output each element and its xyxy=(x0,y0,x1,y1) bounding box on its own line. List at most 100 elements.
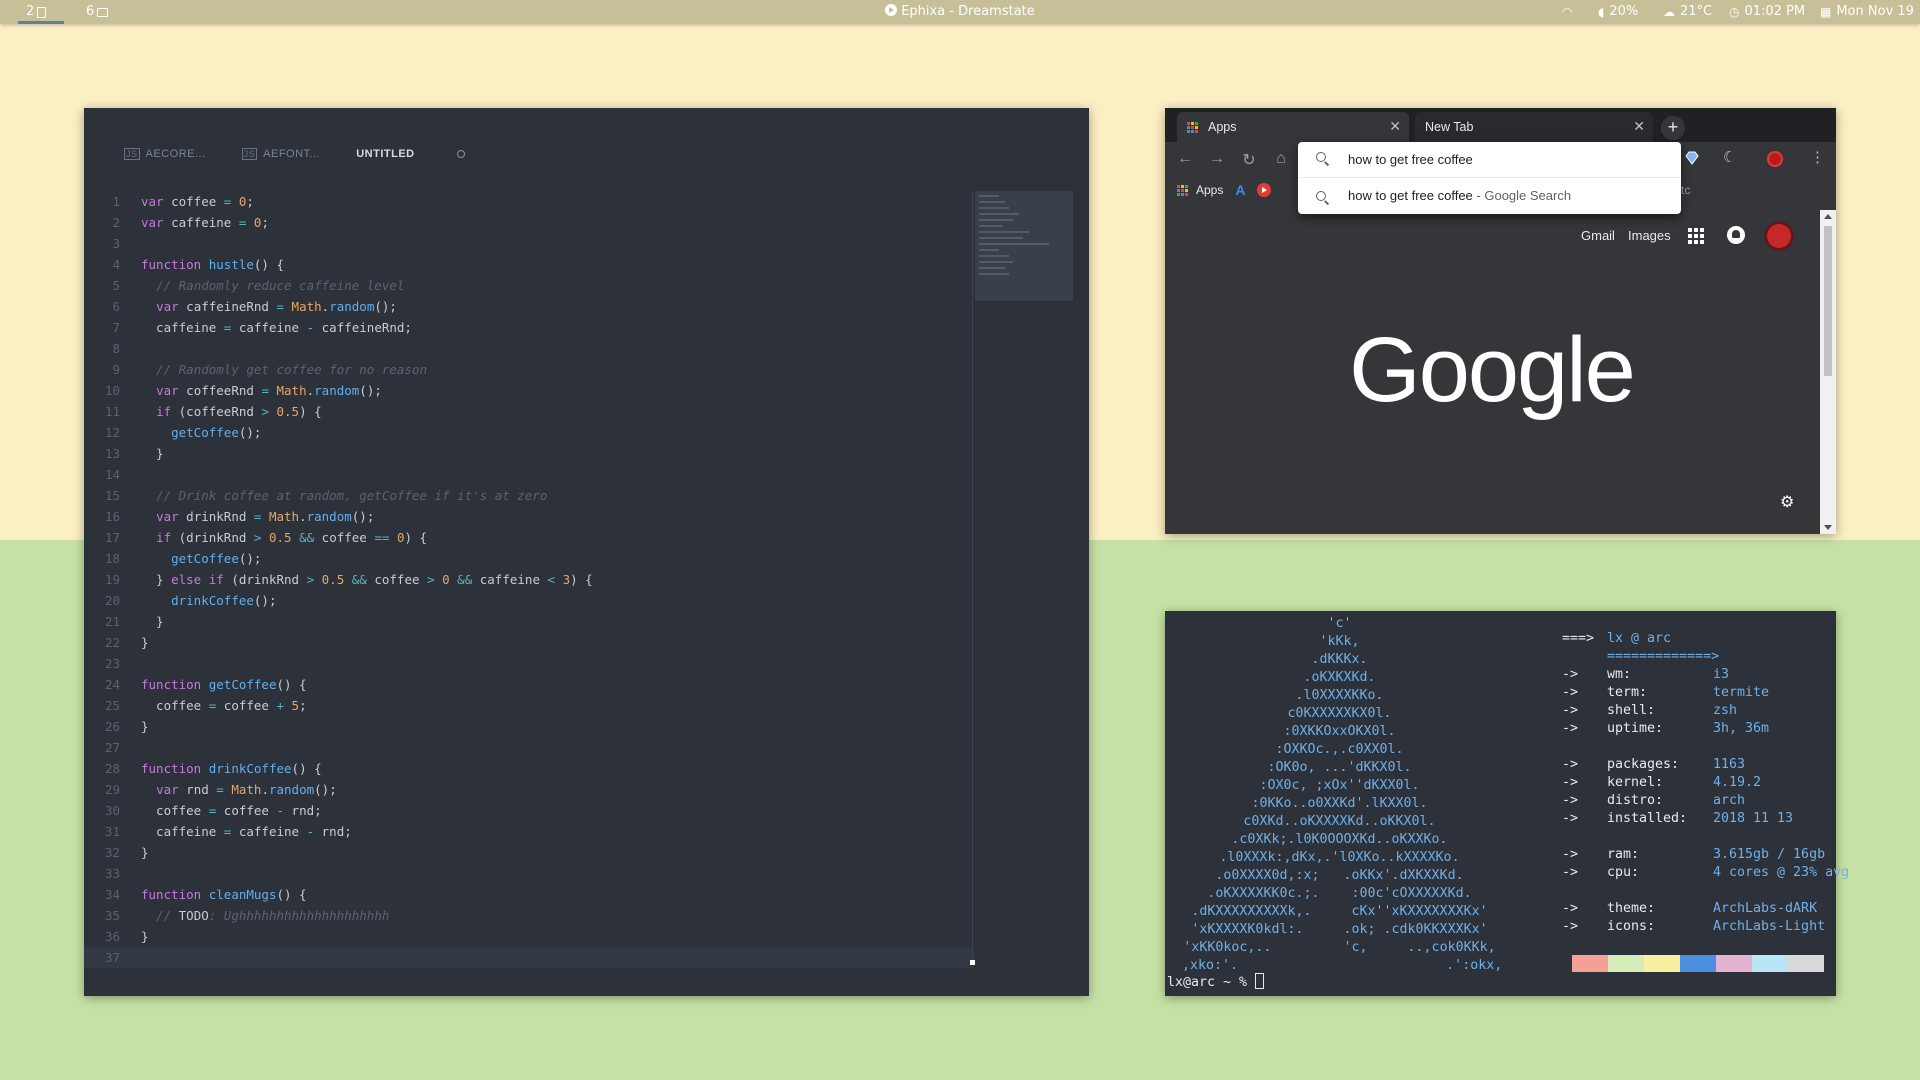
arch-ascii-logo: 'c' 'kKk, .dKKKx. .oKXKXKd. .l0XXXXKKo. c0KXX… xyxy=(1182,615,1502,975)
system-info-row: ===> lx @ arc xyxy=(1562,630,1849,648)
home-icon[interactable]: ⌂ xyxy=(1271,150,1291,168)
close-icon[interactable]: ✕ xyxy=(1389,118,1401,135)
volume-status[interactable]: ◖ 20% xyxy=(1598,0,1638,24)
profile-extension-icon[interactable] xyxy=(1767,151,1783,167)
omnibox-dropdown[interactable]: how to get free coffee - Google Search xyxy=(1298,142,1681,214)
info-key: wm: xyxy=(1607,667,1632,682)
browser-tab-new-tab[interactable]: New Tab ✕ xyxy=(1415,112,1653,142)
info-arrow: -> xyxy=(1562,721,1579,736)
unsaved-dot-icon[interactable] xyxy=(456,150,465,158)
menu-dots-icon[interactable]: ⋮ xyxy=(1810,148,1825,166)
browser-tab-label: Apps xyxy=(1208,120,1237,134)
reload-icon[interactable]: ↻ xyxy=(1239,150,1259,170)
code-line: 8 xyxy=(112,341,120,356)
code-editor-window[interactable]: JS AECORE... JS AEFONT... UNTITLED 1 var … xyxy=(84,108,1089,996)
info-key: theme: xyxy=(1607,901,1656,916)
diamond-extension-icon[interactable] xyxy=(1685,151,1699,165)
editor-tab-untitled[interactable]: UNTITLED xyxy=(356,148,465,160)
settings-gear-icon[interactable]: ⚙ xyxy=(1780,492,1794,512)
palette-swatch xyxy=(1608,955,1644,972)
editor-tab-aecore[interactable]: JS AECORE... xyxy=(124,148,206,160)
code-line: 6 var caffeineRnd = Math.random(); xyxy=(112,299,397,314)
scroll-down-icon[interactable] xyxy=(1824,525,1832,530)
new-tab-button[interactable]: + xyxy=(1661,116,1685,140)
code-line: 10 var coffeeRnd = Math.random(); xyxy=(104,383,382,398)
bookmark-apps[interactable]: Apps xyxy=(1167,183,1223,197)
system-info-row xyxy=(1562,738,1849,756)
palette-swatch xyxy=(1572,955,1608,972)
code-line: 3 xyxy=(112,236,120,251)
palette-swatch xyxy=(1680,955,1716,972)
scroll-up-icon[interactable] xyxy=(1824,214,1832,219)
weather-status[interactable]: ☁ 21°C xyxy=(1663,0,1712,24)
info-key: distro: xyxy=(1607,793,1664,808)
code-line: 16 var drinkRnd = Math.random(); xyxy=(104,509,375,524)
scrollbar-thumb[interactable] xyxy=(1824,226,1832,376)
images-link[interactable]: Images xyxy=(1628,228,1671,243)
avatar[interactable] xyxy=(1764,221,1794,251)
back-arrow-icon[interactable]: ← xyxy=(1175,150,1195,168)
scrollbar[interactable] xyxy=(1820,210,1836,534)
code-line: 2 var caffeine = 0; xyxy=(112,215,269,230)
play-icon[interactable] xyxy=(885,4,898,16)
omnibox-suggestion[interactable]: how to get free coffee - Google Search xyxy=(1298,178,1681,214)
shell-prompt[interactable]: lx@arc ~ % xyxy=(1167,973,1265,991)
terminal-window[interactable]: 'c' 'kKk, .dKKKx. .oKXKXKd. .l0XXXXKKo. c0KXX… xyxy=(1165,611,1849,996)
code-line: 28 function drinkCoffee() { xyxy=(104,761,322,776)
code-line: 24 function getCoffee() { xyxy=(104,677,307,692)
code-line-current[interactable]: 37 xyxy=(84,947,974,968)
ascii-line: 'kKk, xyxy=(1319,634,1360,649)
code-line: 18 getCoffee(); xyxy=(104,551,262,566)
code-line: 9 // Randomly get coffee for no reason xyxy=(112,362,427,377)
system-info-row: =============> xyxy=(1562,648,1849,666)
gmail-link[interactable]: Gmail xyxy=(1581,228,1615,243)
top-status-bar: 2 6 Ephixa - Dreamstate ◠ ◖ 20% ☁ 21°C ◷… xyxy=(0,0,1920,24)
notifications-bell-icon[interactable] xyxy=(1727,226,1745,244)
browser-tab-label: New Tab xyxy=(1425,120,1474,134)
system-info-row xyxy=(1562,828,1849,846)
ascii-line: .l0XXXXKKo. xyxy=(1295,688,1384,703)
code-line: 17 if (drinkRnd > 0.5 && coffee == 0) { xyxy=(104,530,428,545)
text-cursor xyxy=(1255,973,1265,989)
forward-arrow-icon[interactable]: → xyxy=(1207,150,1227,168)
code-area[interactable]: 1 var coffee = 0; 2 var caffeine = 0; 3 4f… xyxy=(84,191,974,968)
editor-tab-label: UNTITLED xyxy=(356,148,415,160)
info-key: packages: xyxy=(1607,757,1680,772)
info-value: ArchLabs-Light xyxy=(1713,919,1826,934)
system-info: ===> lx @ arc =============> -> wm: i3 -> term:… xyxy=(1562,630,1849,936)
youtube-bookmark-icon[interactable] xyxy=(1257,183,1272,197)
google-apps-icon[interactable] xyxy=(1688,228,1704,244)
arch-bookmark-icon[interactable]: A xyxy=(1235,182,1245,198)
code-line: 36} xyxy=(104,929,149,944)
system-info-row xyxy=(1562,882,1849,900)
ascii-line: :0KKo..o0XXKd'.lKXX0l. xyxy=(1251,796,1428,811)
info-key: term: xyxy=(1607,685,1648,700)
info-value: zsh xyxy=(1713,703,1738,718)
editor-tab-label: AECORE... xyxy=(145,148,206,160)
omnibox-input[interactable] xyxy=(1298,142,1681,176)
resize-handle[interactable] xyxy=(970,960,975,965)
clock-status[interactable]: ◷ 01:02 PM xyxy=(1729,0,1805,24)
system-info-row: -> shell: zsh xyxy=(1562,702,1849,720)
apps-grid-icon xyxy=(1177,184,1188,196)
editor-tab-aefont[interactable]: JS AEFONT... xyxy=(241,148,321,160)
system-info-row: -> wm: i3 xyxy=(1562,666,1849,684)
info-key: kernel: xyxy=(1607,775,1664,790)
wifi-status[interactable]: ◠ xyxy=(1562,0,1572,24)
ascii-line: c0KXXXXXKX0l. xyxy=(1287,706,1392,721)
date-status[interactable]: ▦ Mon Nov 19 xyxy=(1820,0,1914,24)
code-line: 27 xyxy=(104,740,120,755)
moon-icon[interactable]: ☾ xyxy=(1723,148,1736,166)
ascii-line: .dKKKx. xyxy=(1311,652,1368,667)
close-icon[interactable]: ✕ xyxy=(1633,118,1645,135)
js-file-icon: JS xyxy=(124,148,140,160)
bookmark-clipped-label[interactable]: tc xyxy=(1681,183,1690,197)
minimap[interactable] xyxy=(975,191,1073,301)
browser-tab-apps[interactable]: Apps ✕ xyxy=(1177,112,1409,142)
code-line: 21 } xyxy=(104,614,164,629)
info-arrow: -> xyxy=(1562,901,1579,916)
code-line: 19 } else if (drinkRnd > 0.5 && coffee >… xyxy=(104,572,593,587)
info-value: lx @ arc xyxy=(1607,631,1672,646)
browser-window[interactable]: Apps ✕ New Tab ✕ + ← → ↻ ⌂ ☾ ⋮ how to ge… xyxy=(1165,108,1836,534)
suggestion-suffix: - Google Search xyxy=(1472,188,1572,203)
